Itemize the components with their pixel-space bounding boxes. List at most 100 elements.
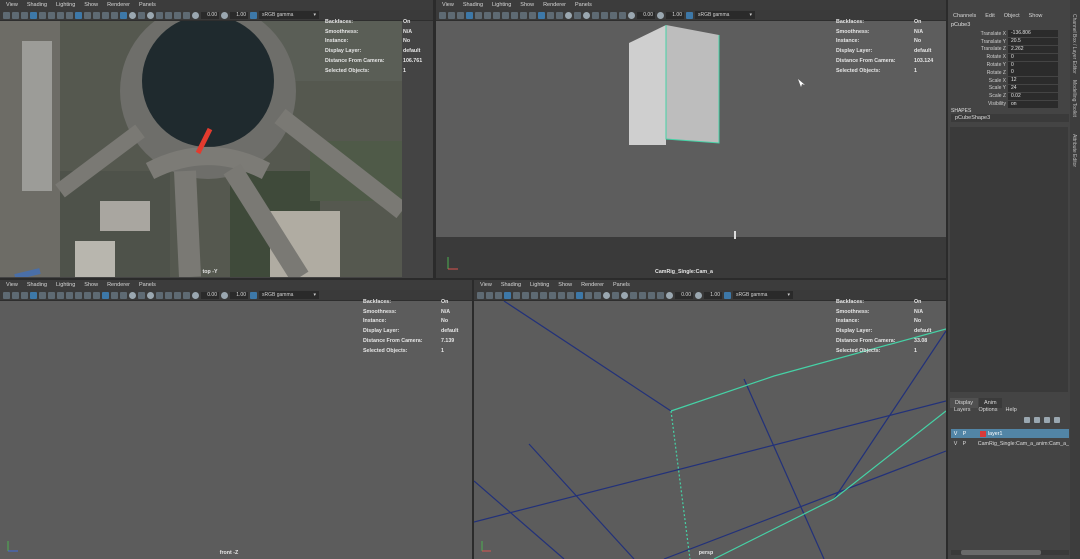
- bookmark-icon[interactable]: [457, 11, 464, 19]
- attribute-value[interactable]: 0: [1008, 61, 1058, 69]
- grid-icon[interactable]: [513, 291, 520, 299]
- ambient-occlusion-icon[interactable]: [147, 291, 154, 299]
- new-layer-from-selected-icon[interactable]: [1054, 417, 1060, 423]
- viewport-canvas[interactable]: Backfaces: On Smoothness: N/A Instance: No …: [0, 299, 472, 559]
- safe-title-icon[interactable]: [93, 291, 100, 299]
- wireframe-icon[interactable]: [576, 291, 583, 299]
- lights-icon[interactable]: [129, 291, 136, 299]
- attribute-row[interactable]: Translate Z 2.262: [948, 45, 1070, 54]
- gate-mask-icon[interactable]: [66, 291, 73, 299]
- smooth-shade-icon[interactable]: [585, 291, 592, 299]
- color-space-select[interactable]: sRGB gamma ▾: [259, 11, 319, 19]
- smooth-shade-icon[interactable]: [547, 11, 554, 19]
- lock-camera-icon[interactable]: [12, 11, 19, 19]
- select-camera-icon[interactable]: [477, 291, 484, 299]
- menu-renderer[interactable]: Renderer: [581, 282, 604, 288]
- layer-visibility-toggle[interactable]: V: [951, 441, 960, 447]
- image-plane-icon[interactable]: [504, 291, 511, 299]
- anti-alias-icon[interactable]: [165, 11, 172, 19]
- gate-mask-icon[interactable]: [66, 11, 73, 19]
- layer-playback-toggle[interactable]: P: [960, 441, 969, 447]
- textured-icon[interactable]: [594, 291, 601, 299]
- attribute-row[interactable]: Scale X 12: [948, 77, 1070, 85]
- menu-renderer[interactable]: Renderer: [107, 2, 130, 8]
- image-plane-icon[interactable]: [30, 291, 37, 299]
- isolate-select-icon[interactable]: [174, 11, 181, 19]
- bookmark-icon[interactable]: [21, 11, 28, 19]
- color-management-icon[interactable]: [250, 11, 257, 19]
- ambient-occlusion-icon[interactable]: [147, 11, 154, 19]
- safe-title-icon[interactable]: [529, 11, 536, 19]
- textured-icon[interactable]: [556, 11, 563, 19]
- menu-layers[interactable]: Layers: [954, 407, 971, 413]
- safe-title-icon[interactable]: [567, 291, 574, 299]
- resolution-gate-icon[interactable]: [57, 291, 64, 299]
- menu-panels[interactable]: Panels: [139, 2, 156, 8]
- film-gate-icon[interactable]: [484, 11, 491, 19]
- new-empty-layer-icon[interactable]: [1044, 417, 1050, 423]
- color-space-select[interactable]: sRGB gamma ▾: [695, 11, 755, 19]
- tab-attribute-editor[interactable]: Attribute Editor: [1071, 134, 1077, 167]
- menu-lighting[interactable]: Lighting: [530, 282, 549, 288]
- exposure-field[interactable]: 0.00: [637, 11, 655, 19]
- menu-lighting[interactable]: Lighting: [56, 282, 75, 288]
- menu-view[interactable]: View: [442, 2, 454, 8]
- lock-camera-icon[interactable]: [448, 11, 455, 19]
- menu-shading[interactable]: Shading: [27, 282, 47, 288]
- viewport-pane-persp[interactable]: View Shading Lighting Show Renderer Pane…: [474, 280, 946, 559]
- select-camera-icon[interactable]: [439, 11, 446, 19]
- menu-channels[interactable]: Channels: [953, 13, 976, 19]
- attribute-value[interactable]: 0: [1008, 53, 1058, 61]
- viewport-pane-top[interactable]: View Shading Lighting Show Renderer Pane…: [0, 0, 433, 278]
- lights-icon[interactable]: [603, 291, 610, 299]
- field-chart-icon[interactable]: [75, 11, 82, 19]
- gate-mask-icon[interactable]: [540, 291, 547, 299]
- image-plane-icon[interactable]: [30, 11, 37, 19]
- field-chart-icon[interactable]: [549, 291, 556, 299]
- attribute-value[interactable]: 2.262: [1008, 45, 1058, 53]
- attribute-row[interactable]: Rotate Z0: [948, 69, 1070, 77]
- menu-view[interactable]: View: [480, 282, 492, 288]
- isolate-select-icon[interactable]: [174, 291, 181, 299]
- menu-panels[interactable]: Panels: [613, 282, 630, 288]
- safe-action-icon[interactable]: [84, 291, 91, 299]
- menu-object[interactable]: Object: [1004, 13, 1020, 19]
- menu-lighting[interactable]: Lighting: [492, 2, 511, 8]
- attribute-value[interactable]: 0: [1008, 69, 1058, 77]
- layer-editor-scrollbar[interactable]: [951, 550, 1069, 555]
- field-chart-icon[interactable]: [511, 11, 518, 19]
- select-camera-icon[interactable]: [3, 291, 10, 299]
- viewport-pane-camrig[interactable]: View Shading Lighting Show Renderer Pane…: [436, 0, 946, 278]
- safe-action-icon[interactable]: [84, 11, 91, 19]
- bookmark-icon[interactable]: [21, 291, 28, 299]
- grid-icon[interactable]: [475, 11, 482, 19]
- field-chart-icon[interactable]: [75, 291, 82, 299]
- menu-help[interactable]: Help: [1005, 407, 1016, 413]
- grid-icon[interactable]: [39, 291, 46, 299]
- layer-name[interactable]: layer1: [988, 431, 1002, 437]
- viewport-canvas[interactable]: Backfaces: On Smoothness: N/A Instance: No …: [436, 19, 946, 278]
- gamma-field[interactable]: 1.00: [230, 291, 248, 299]
- attribute-row[interactable]: Visibility on: [948, 100, 1070, 108]
- menu-renderer[interactable]: Renderer: [107, 282, 130, 288]
- menu-shading[interactable]: Shading: [501, 282, 521, 288]
- layer-name[interactable]: CamRig_Single:Cam_a_anim:Cam_a_a: [978, 441, 1069, 447]
- scrollbar-thumb[interactable]: [961, 550, 1041, 555]
- menu-panels[interactable]: Panels: [139, 282, 156, 288]
- lock-camera-icon[interactable]: [12, 291, 19, 299]
- xray-icon[interactable]: [183, 11, 190, 19]
- menu-show[interactable]: Show: [558, 282, 572, 288]
- color-space-select[interactable]: sRGB gamma ▾: [733, 291, 793, 299]
- menu-view[interactable]: View: [6, 2, 18, 8]
- attribute-row[interactable]: Scale Z 0.02: [948, 92, 1070, 100]
- layer-visibility-toggle[interactable]: V: [951, 431, 960, 437]
- xray-icon[interactable]: [619, 11, 626, 19]
- film-gate-icon[interactable]: [48, 291, 55, 299]
- exposure-field[interactable]: 0.00: [201, 11, 219, 19]
- menu-shading[interactable]: Shading: [463, 2, 483, 8]
- exposure-field[interactable]: 0.00: [675, 291, 693, 299]
- anti-alias-icon[interactable]: [165, 291, 172, 299]
- move-layer-down-icon[interactable]: [1034, 417, 1040, 423]
- attribute-value[interactable]: 0.02: [1008, 92, 1058, 100]
- resolution-gate-icon[interactable]: [493, 11, 500, 19]
